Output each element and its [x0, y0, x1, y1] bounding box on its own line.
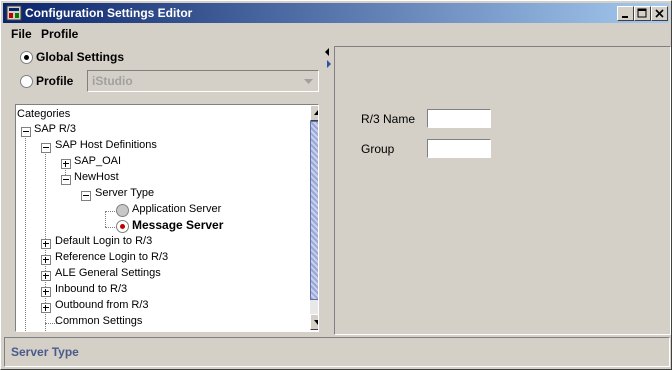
tree-expander-server-type[interactable]: [81, 191, 91, 201]
message-server-radio[interactable]: [116, 220, 129, 233]
global-settings-label: Global Settings: [36, 50, 125, 64]
tree-expander-reference-login[interactable]: [41, 255, 51, 265]
menu-file-label: File: [11, 27, 32, 41]
scroll-down-button[interactable]: [310, 314, 318, 330]
application-server-radio[interactable]: [116, 204, 129, 217]
tree-node-sap-host-definitions[interactable]: SAP Host Definitions: [55, 139, 157, 151]
r3-name-label: R/3 Name: [361, 112, 416, 126]
profile-label: Profile: [36, 74, 74, 88]
profile-combo[interactable]: iStudio: [87, 70, 319, 92]
radio-selected-dot: [120, 224, 125, 229]
title-bar[interactable]: Configuration Settings Editor: [3, 3, 669, 23]
tree-node-message-server[interactable]: Message Server: [132, 218, 223, 232]
tree-scrollbar[interactable]: [310, 105, 318, 330]
status-text: Server Type: [11, 345, 79, 359]
minimize-icon: [622, 16, 628, 18]
profile-combo-arrow[interactable]: [300, 72, 317, 89]
window-title: Configuration Settings Editor: [25, 6, 193, 20]
arrow-down-icon: [314, 320, 318, 325]
menu-profile-label: Profile: [41, 27, 79, 41]
tree-node-default-login[interactable]: Default Login to R/3: [55, 235, 152, 247]
close-button[interactable]: [651, 6, 668, 21]
status-bar: Server Type: [4, 337, 670, 367]
tree-expander-sap-host-definitions[interactable]: [41, 143, 51, 153]
maximize-icon: [637, 8, 647, 18]
menu-file[interactable]: File: [11, 27, 32, 41]
tree-header: Categories: [17, 108, 71, 120]
tree-connector: [105, 211, 106, 227]
close-icon: [655, 9, 664, 18]
tree-connector: [25, 131, 26, 331]
tree-expander-outbound[interactable]: [41, 303, 51, 313]
tree-expander-sap-oai[interactable]: [61, 159, 71, 169]
tree-expander-newhost[interactable]: [61, 175, 71, 185]
tree-node-ale-general[interactable]: ALE General Settings: [55, 267, 161, 279]
app-icon: [6, 5, 22, 21]
tree-node-newhost[interactable]: NewHost: [74, 171, 119, 183]
profile-combo-value: iStudio: [92, 74, 133, 88]
left-panel: Global Settings Profile iStudio Categori…: [6, 46, 324, 333]
menu-profile[interactable]: Profile: [41, 27, 78, 41]
tree-expander-inbound[interactable]: [41, 287, 51, 297]
app-window: Configuration Settings Editor File Profi…: [0, 0, 672, 370]
tree-expander-default-login[interactable]: [41, 239, 51, 249]
profile-radio[interactable]: [20, 75, 33, 88]
tree-expander-sap-r3[interactable]: [21, 127, 31, 137]
tree-expander-ale-general[interactable]: [41, 271, 51, 281]
arrow-up-icon: [314, 110, 318, 115]
global-settings-radio[interactable]: [20, 51, 33, 64]
tree-node-server-type[interactable]: Server Type: [95, 187, 154, 199]
settings-form-panel: R/3 Name Group: [334, 46, 671, 335]
menu-bar: File Profile: [3, 25, 669, 45]
tree-node-application-server[interactable]: Application Server: [132, 203, 221, 215]
tree-node-inbound[interactable]: Inbound to R/3: [55, 283, 127, 295]
maximize-button[interactable]: [634, 6, 651, 21]
scroll-thumb[interactable]: [310, 121, 318, 300]
scroll-up-button[interactable]: [310, 105, 318, 121]
radio-selected-dot: [24, 55, 29, 60]
tree-node-outbound[interactable]: Outbound from R/3: [55, 299, 149, 311]
chevron-down-icon: [304, 79, 313, 84]
split-arrows-icon[interactable]: [323, 46, 333, 76]
r3-name-input[interactable]: [427, 109, 491, 128]
group-input[interactable]: [427, 139, 491, 158]
tree-node-reference-login[interactable]: Reference Login to R/3: [55, 251, 168, 263]
minimize-button[interactable]: [617, 6, 634, 21]
split-pane-divider[interactable]: [323, 46, 333, 333]
category-tree[interactable]: Categories SAP R/3 SAP Host Definitions …: [15, 104, 319, 332]
tree-node-common-settings[interactable]: Common Settings: [55, 315, 142, 327]
group-label: Group: [361, 142, 395, 156]
tree-node-sap-oai[interactable]: SAP_OAI: [74, 155, 121, 167]
tree-node-sap-r3[interactable]: SAP R/3: [34, 123, 76, 135]
